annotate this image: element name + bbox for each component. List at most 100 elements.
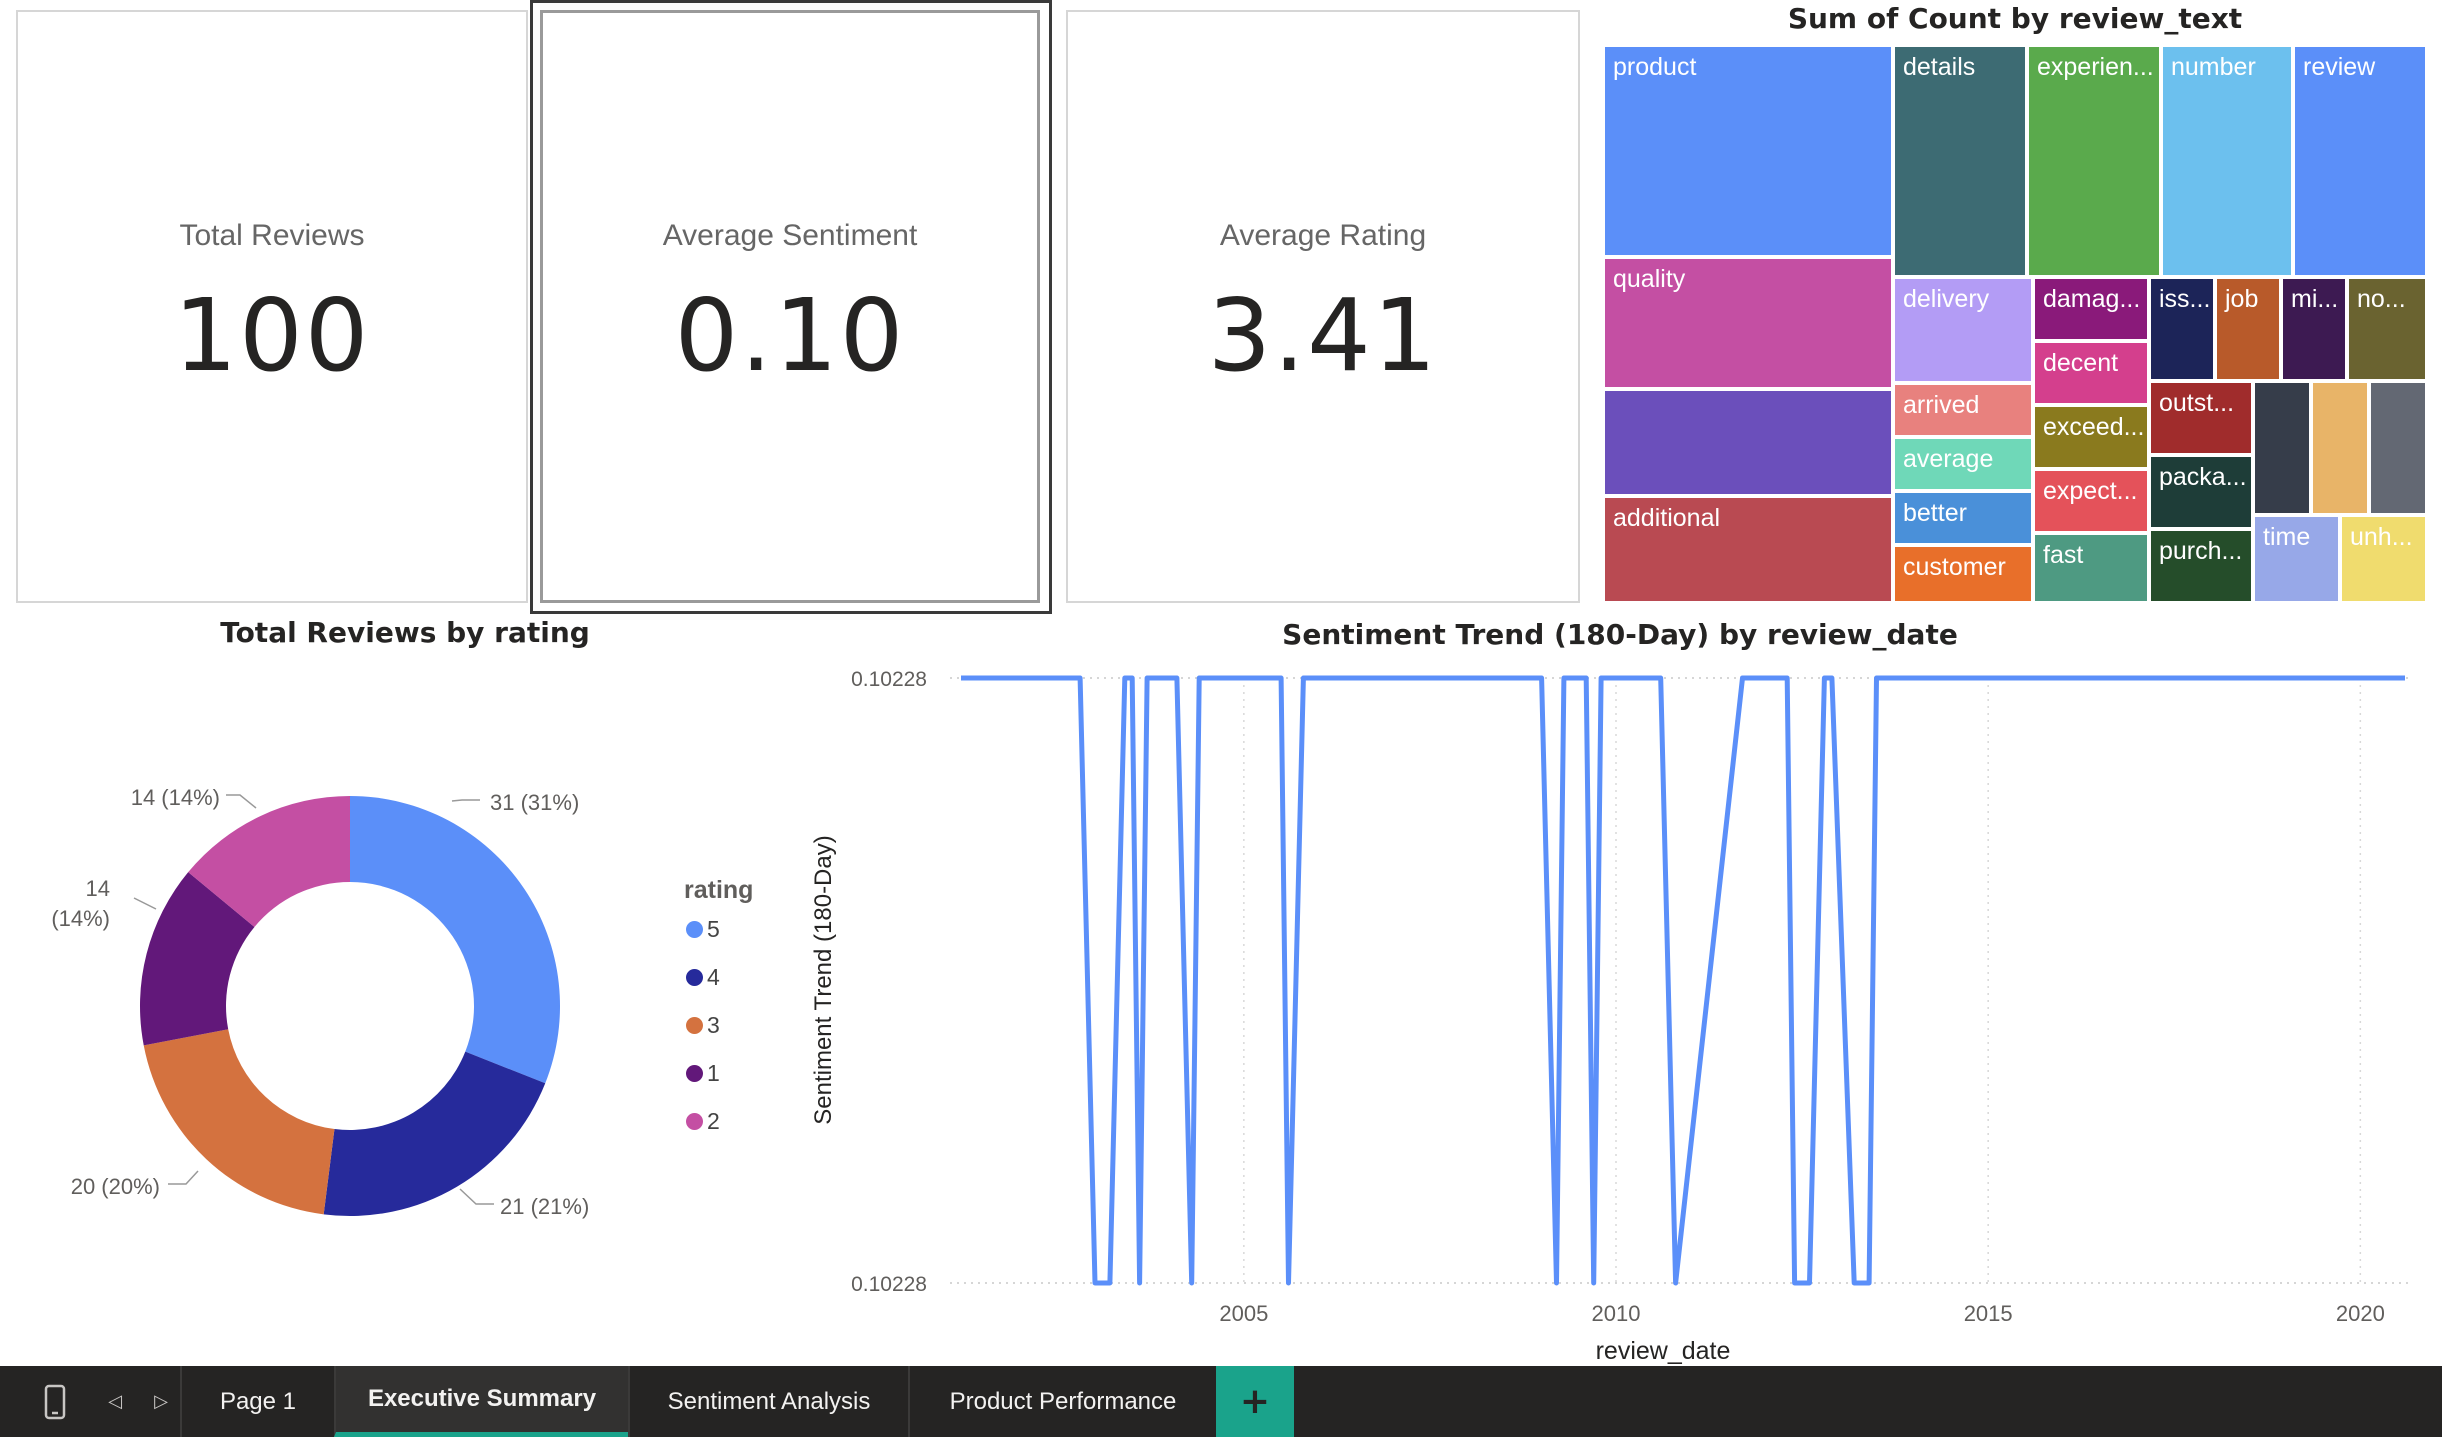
treemap-tile-label: no... bbox=[2357, 285, 2406, 313]
legend-marker bbox=[686, 969, 703, 986]
legend-marker bbox=[686, 1065, 703, 1082]
card-value: 100 bbox=[173, 277, 371, 394]
treemap-tile-label: additional bbox=[1613, 504, 1721, 532]
card-label: Average Sentiment bbox=[662, 219, 918, 252]
treemap-tile[interactable]: exceed... bbox=[2033, 405, 2149, 469]
treemap-tile-label: mi... bbox=[2291, 285, 2339, 313]
line-chart[interactable]: 2005 2010 2015 2020 0.10228 0.10228 review_dat… bbox=[800, 640, 2440, 1366]
treemap-tile[interactable]: no... bbox=[2347, 277, 2427, 381]
x-tick-label: 2015 bbox=[1964, 1301, 2013, 1326]
treemap-tile[interactable]: number bbox=[2161, 45, 2293, 277]
legend-marker bbox=[686, 921, 703, 938]
donut-data-label: 14 bbox=[86, 876, 110, 901]
add-page-button[interactable]: + bbox=[1216, 1366, 1294, 1437]
tab-executive-summary[interactable]: Executive Summary bbox=[334, 1366, 628, 1437]
line-series-sentiment[interactable] bbox=[961, 675, 2405, 1286]
donut-data-label: 14 (14%) bbox=[131, 785, 220, 810]
treemap-tile-label: iss... bbox=[2159, 285, 2211, 313]
leader-line bbox=[451, 799, 480, 802]
tab-product-performance[interactable]: Product Performance bbox=[908, 1366, 1216, 1437]
tab-page-1[interactable]: Page 1 bbox=[180, 1366, 334, 1437]
prev-page-icon[interactable]: ◁ bbox=[100, 1366, 130, 1437]
legend-item-1[interactable]: 1 bbox=[686, 1060, 720, 1087]
treemap-tile[interactable]: delivery bbox=[1893, 277, 2033, 383]
next-page-icon[interactable]: ▷ bbox=[146, 1366, 176, 1437]
treemap-tile-label: exceed... bbox=[2043, 413, 2145, 441]
treemap-tile[interactable]: better bbox=[1893, 491, 2033, 545]
x-tick-label: 2010 bbox=[1592, 1301, 1641, 1326]
treemap-tile[interactable]: additional bbox=[1603, 496, 1893, 603]
treemap-tile[interactable]: unh... bbox=[2340, 515, 2427, 603]
y-tick-label: 0.10228 bbox=[851, 668, 927, 691]
treemap-tile[interactable]: time bbox=[2253, 515, 2340, 603]
treemap-tile-label: outst... bbox=[2159, 389, 2235, 417]
treemap-tile[interactable]: iss... bbox=[2149, 277, 2215, 381]
legend-label: 2 bbox=[707, 1108, 720, 1134]
page-tab-bar: ◁ ▷ Page 1 Executive Summary Sentiment A… bbox=[0, 1366, 2442, 1437]
treemap-tile[interactable]: mi... bbox=[2281, 277, 2347, 381]
treemap-tile[interactable]: fast bbox=[2033, 533, 2149, 603]
treemap-tile[interactable]: average bbox=[1893, 437, 2033, 491]
treemap-tile-label: unh... bbox=[2350, 523, 2413, 551]
card-average-rating[interactable]: Average Rating 3.41 bbox=[1066, 10, 1580, 603]
report-canvas: Total Reviews 100 Average Sentiment 0.10… bbox=[0, 0, 2442, 1437]
treemap-tile[interactable]: job bbox=[2215, 277, 2281, 381]
card-label: Total Reviews bbox=[179, 219, 365, 252]
card-label: Average Rating bbox=[1219, 219, 1427, 252]
treemap-tile-label: better bbox=[1903, 499, 1967, 527]
treemap-tile-label: delivery bbox=[1903, 285, 1990, 313]
treemap-tile[interactable]: experien... bbox=[2027, 45, 2161, 277]
treemap-tile-label: purch... bbox=[2159, 537, 2243, 565]
treemap-tile[interactable]: review bbox=[2293, 45, 2427, 277]
legend-item-5[interactable]: 5 bbox=[686, 916, 720, 943]
legend-label: 5 bbox=[707, 916, 720, 942]
tab-sentiment-analysis[interactable]: Sentiment Analysis bbox=[628, 1366, 908, 1437]
card-average-sentiment[interactable]: Average Sentiment 0.10 bbox=[540, 10, 1040, 603]
card-value: 3.41 bbox=[1207, 277, 1439, 394]
treemap-tile[interactable] bbox=[2369, 381, 2427, 515]
leader-line bbox=[226, 794, 257, 809]
donut-data-label: (14%) bbox=[51, 906, 110, 931]
donut-data-label: 21 (21%) bbox=[500, 1194, 589, 1219]
legend-item-4[interactable]: 4 bbox=[686, 964, 720, 991]
card-total-reviews[interactable]: Total Reviews 100 bbox=[16, 10, 528, 603]
treemap-tile[interactable]: arrived bbox=[1893, 383, 2033, 437]
donut-slice-5[interactable] bbox=[350, 796, 561, 1084]
treemap-tile-label: product bbox=[1613, 53, 1697, 81]
legend-item-2[interactable]: 2 bbox=[686, 1108, 720, 1135]
treemap-tile-label: experien... bbox=[2037, 53, 2154, 81]
legend-label: 3 bbox=[707, 1012, 720, 1038]
treemap-tile-label: number bbox=[2171, 53, 2256, 81]
x-axis-label: review_date bbox=[1596, 1337, 1731, 1365]
leader-line bbox=[168, 1170, 199, 1185]
donut-chart[interactable]: 31 (31%) 21 (21%) 20 (20%) 14 (14%) 14 (14%) bbox=[0, 640, 660, 1260]
legend-item-3[interactable]: 3 bbox=[686, 1012, 720, 1039]
treemap-tile[interactable]: details bbox=[1893, 45, 2027, 277]
treemap-tile[interactable]: customer bbox=[1893, 545, 2033, 603]
treemap-tile[interactable] bbox=[2311, 381, 2369, 515]
treemap-tile[interactable] bbox=[2253, 381, 2311, 515]
y-tick-label: 0.10228 bbox=[851, 1273, 927, 1296]
card-value: 0.10 bbox=[674, 277, 906, 394]
legend-label: 1 bbox=[707, 1060, 720, 1086]
mobile-layout-icon[interactable] bbox=[30, 1366, 80, 1437]
donut-slice-4[interactable] bbox=[323, 1051, 546, 1216]
donut-data-label: 20 (20%) bbox=[71, 1174, 160, 1199]
treemap-tile[interactable]: packa... bbox=[2149, 455, 2253, 529]
treemap-tile[interactable]: product bbox=[1603, 45, 1893, 257]
treemap-tile[interactable] bbox=[1603, 389, 1893, 496]
treemap-tile-label: packa... bbox=[2159, 463, 2247, 491]
x-tick-label: 2020 bbox=[2336, 1301, 2385, 1326]
treemap-tile[interactable]: decent bbox=[2033, 341, 2149, 405]
treemap-tile[interactable]: damag... bbox=[2033, 277, 2149, 341]
treemap-tile[interactable]: quality bbox=[1603, 257, 1893, 389]
treemap-tile[interactable]: outst... bbox=[2149, 381, 2253, 455]
treemap-tile-label: details bbox=[1903, 53, 1976, 81]
donut-slice-3[interactable] bbox=[143, 1029, 335, 1215]
treemap-tile-label: job bbox=[2225, 285, 2259, 313]
treemap-tile[interactable]: expect... bbox=[2033, 469, 2149, 533]
treemap-tile-label: expect... bbox=[2043, 477, 2138, 505]
treemap-tile[interactable]: purch... bbox=[2149, 529, 2253, 603]
leader-line bbox=[459, 1188, 494, 1205]
treemap-tile-label: fast bbox=[2043, 541, 2084, 569]
